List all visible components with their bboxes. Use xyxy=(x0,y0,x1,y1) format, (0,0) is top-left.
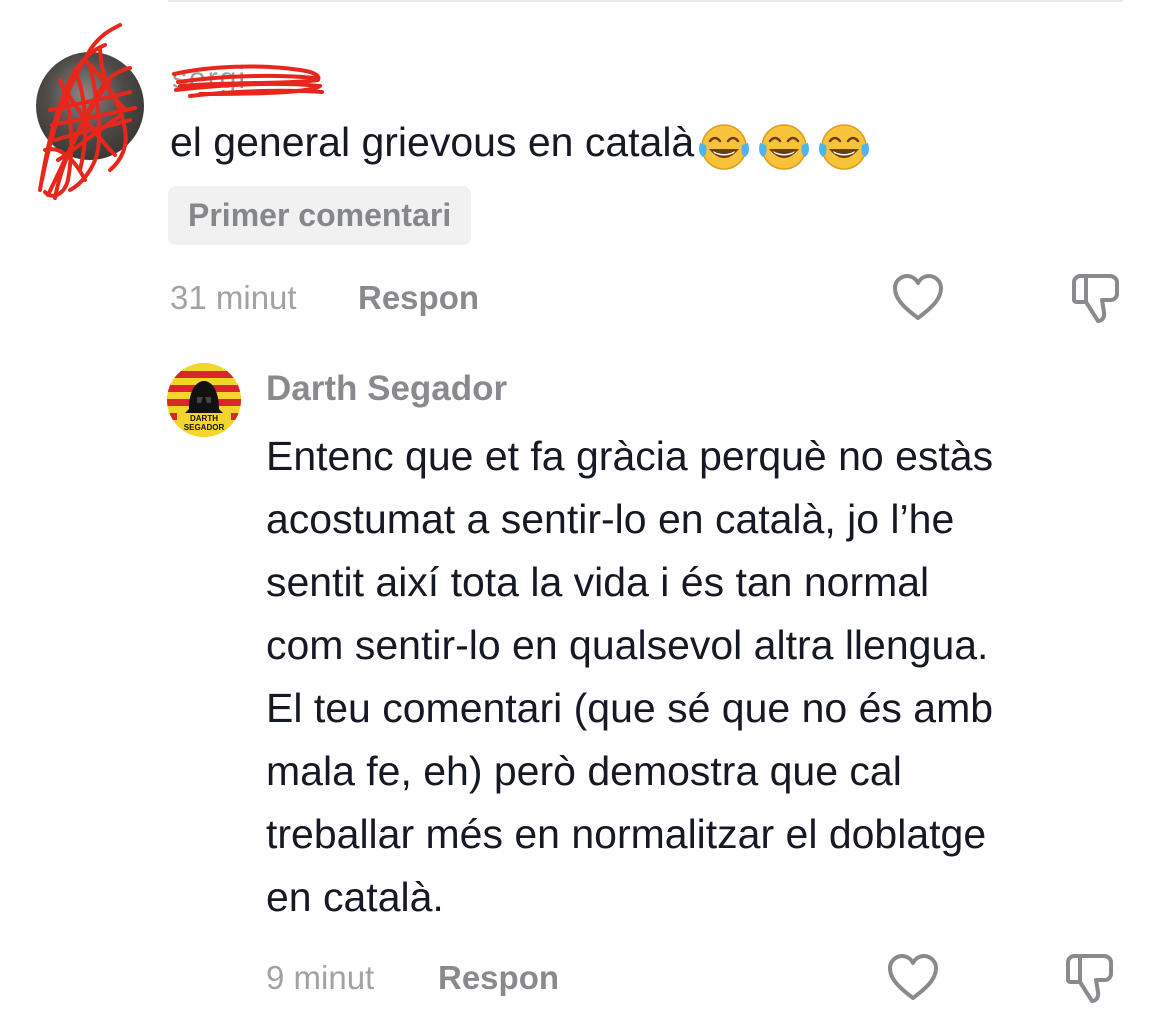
reply-text-line: Entenc que et fa gràcia perquè no estàs xyxy=(266,433,994,479)
divider xyxy=(168,0,1123,2)
reply-text-line: acostumat a sentir-lo en català, jo l’he xyxy=(266,496,955,542)
redaction-scribble xyxy=(38,23,137,200)
dislike-button[interactable] xyxy=(1062,950,1118,1006)
comment-text: el general grievous en català xyxy=(170,116,876,173)
redaction-scribble xyxy=(172,64,324,98)
thumbs-down-icon xyxy=(1072,274,1119,323)
comments-screen: sergi el general grievous en català Prim… xyxy=(0,0,1170,1025)
like-button[interactable] xyxy=(890,270,946,326)
thumbs-down-icon xyxy=(1066,954,1113,1003)
comment-timestamp: 31 minut xyxy=(170,279,297,316)
reply-text-line: sentit així tota la vida i és tan normal xyxy=(266,559,930,605)
first-comment-badge: Primer comentari xyxy=(168,186,472,245)
reply-text-line: mala fe, eh) però demostra que cal xyxy=(266,748,902,794)
emoji-group xyxy=(696,118,876,173)
reply-username[interactable]: Darth Segador xyxy=(266,368,507,410)
svg-text:SEGADOR: SEGADOR xyxy=(184,423,225,432)
reply-timestamp: 9 minut xyxy=(266,959,375,996)
heart-icon xyxy=(888,954,938,1000)
reply-text-line: treballar més en normalitzar el doblatge xyxy=(266,811,987,857)
dislike-button[interactable] xyxy=(1068,270,1124,326)
reply-text-line: El teu comentari (que sé que no és amb xyxy=(266,685,994,731)
comment-text-content: el general grievous en català xyxy=(170,119,695,165)
reply-button[interactable]: Respon xyxy=(358,278,479,318)
like-button[interactable] xyxy=(885,950,941,1006)
face-with-tears-of-joy-icon xyxy=(699,124,750,170)
reply-button[interactable]: Respon xyxy=(438,958,559,998)
reply-avatar[interactable]: DARTH SEGADOR xyxy=(167,363,241,437)
svg-text:DARTH: DARTH xyxy=(190,414,218,423)
heart-icon xyxy=(893,274,943,320)
reply-text-line: en català. xyxy=(266,874,444,920)
comment-username[interactable]: sergi xyxy=(170,60,325,100)
reply-text-line: com sentir-lo en qualsevol altra llengua… xyxy=(266,622,989,668)
face-with-tears-of-joy-icon xyxy=(819,124,870,170)
reply-text: Entenc que et fa gràcia perquè no estàs … xyxy=(266,425,1136,929)
face-with-tears-of-joy-icon xyxy=(759,124,810,170)
darth-segador-logo: DARTH SEGADOR xyxy=(167,363,241,437)
